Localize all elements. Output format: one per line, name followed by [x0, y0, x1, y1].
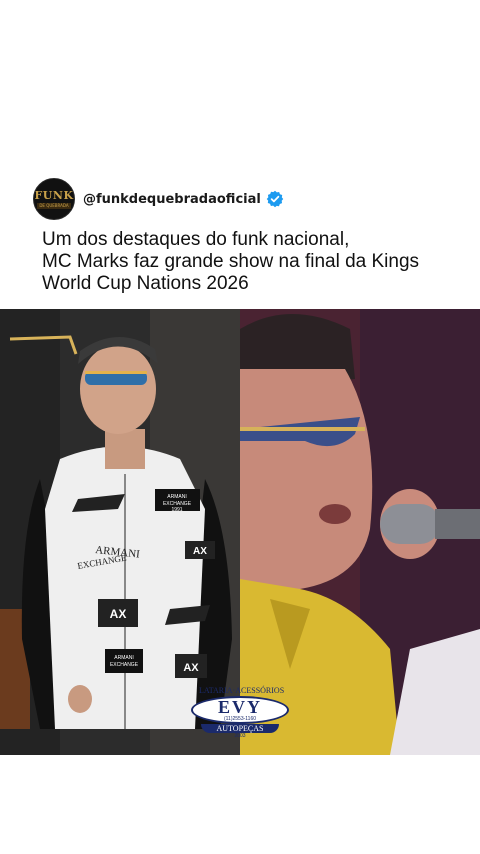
post-caption: Um dos destaques do funk nacional, MC Ma… — [42, 229, 462, 295]
avatar[interactable]: FUNK DE QUEBRADA — [33, 178, 75, 220]
sponsor-badge-top-text: LATARIA·ACESSÓRIOS — [199, 686, 285, 695]
avatar-logo-subtext: DE QUEBRADA — [37, 202, 71, 209]
sponsor-badge-phone: (11)2553-1160 — [223, 716, 257, 722]
jacket-patch-text: EXCHANGE — [110, 662, 139, 668]
jacket-ax-logo: AX — [193, 546, 207, 557]
sponsor-badge-year: 2003 — [234, 733, 246, 739]
sponsor-badge-bottom-text: AUTOPEÇAS — [201, 724, 279, 733]
caption-line-1: Um dos destaques do funk nacional, — [42, 229, 350, 250]
jacket-patch-text: ARMANI — [167, 494, 186, 500]
username-handle[interactable]: @funkdequebradaoficial — [83, 192, 261, 207]
sponsor-badge-oval: EVY (11)2553-1160 — [191, 696, 289, 724]
jacket-patch-text: ARMANI — [114, 655, 133, 661]
caption-line-2: MC Marks faz grande show na final da Kin… — [42, 251, 420, 272]
verified-badge-icon — [266, 190, 284, 208]
caption-line-3: World Cup Nations 2026 — [42, 273, 249, 294]
jacket-ax-logo: AX — [183, 662, 199, 674]
avatar-logo-text: FUNK — [34, 188, 74, 202]
jacket-patch-text: 1991 — [171, 507, 182, 513]
post-header: FUNK DE QUEBRADA @funkdequebradaoficial — [33, 177, 284, 221]
jacket-ax-logo: AX — [110, 607, 127, 621]
sponsor-badge-name: EVY — [217, 697, 262, 717]
sponsor-badge-evy: LATARIA·ACESSÓRIOS EVY (11)2553-1160 AUT… — [189, 686, 291, 739]
